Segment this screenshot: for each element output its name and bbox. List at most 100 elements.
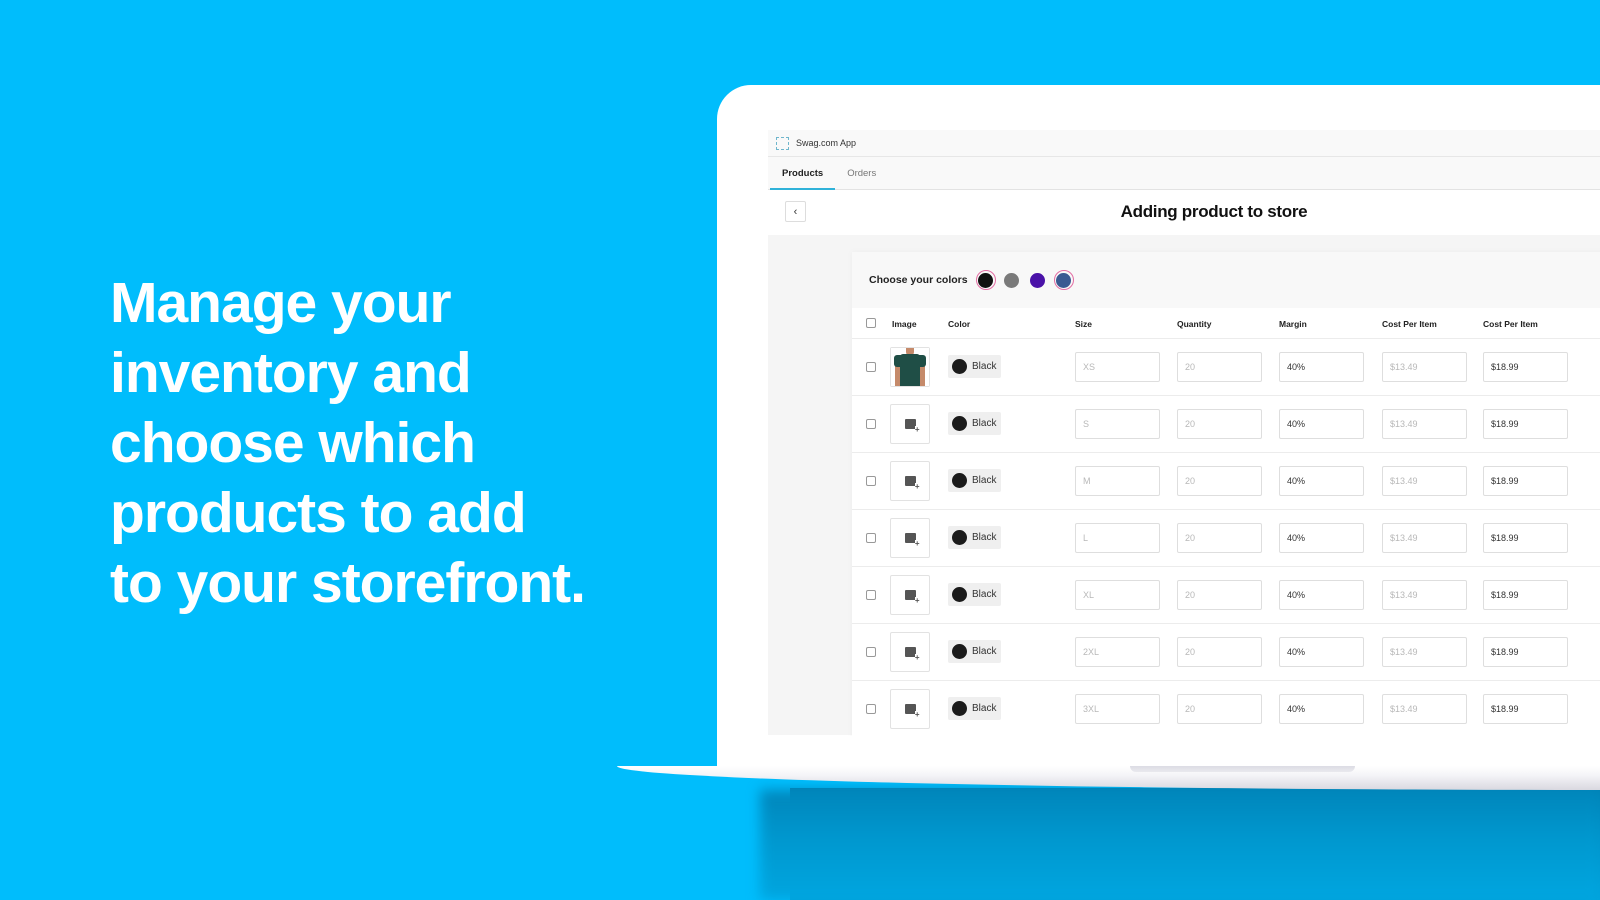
color-name: Black — [972, 646, 997, 657]
select-all-checkbox[interactable] — [866, 318, 876, 328]
cost-input[interactable]: $13.49 — [1382, 409, 1467, 439]
table-row: Black M 20 40% $13.49 $18.99 — [852, 453, 1600, 510]
cost-input[interactable]: $13.49 — [1382, 694, 1467, 724]
header-margin: Margin — [1279, 319, 1307, 329]
color-swatch-dot — [1030, 272, 1046, 288]
add-image-icon — [904, 533, 920, 548]
table-row: Black 3XL 20 40% $13.49 $18.99 — [852, 681, 1600, 736]
row-checkbox[interactable] — [866, 533, 876, 543]
row-checkbox[interactable] — [866, 590, 876, 600]
header-quantity: Quantity — [1177, 319, 1212, 329]
headline-line: choose which — [110, 411, 476, 475]
add-image-button[interactable] — [890, 632, 930, 672]
size-input[interactable]: XL — [1075, 580, 1160, 610]
margin-input[interactable]: 40% — [1279, 466, 1364, 496]
quantity-input[interactable]: 20 — [1177, 694, 1262, 724]
color-chooser: Choose your colors — [852, 252, 1600, 308]
cost-input[interactable]: $13.49 — [1382, 466, 1467, 496]
price-input[interactable]: $18.99 — [1483, 523, 1568, 553]
headline: Manage your inventory and choose which p… — [110, 268, 630, 618]
row-checkbox[interactable] — [866, 362, 876, 372]
add-image-button[interactable] — [890, 461, 930, 501]
cost-input[interactable]: $13.49 — [1382, 523, 1467, 553]
product-image[interactable] — [890, 347, 930, 387]
color-swatch-dot — [1004, 272, 1020, 288]
laptop-base — [617, 766, 1600, 790]
header-size: Size — [1075, 319, 1093, 329]
color-name: Black — [972, 361, 997, 372]
add-image-icon — [904, 704, 920, 719]
colors-label: Choose your colors — [869, 274, 968, 286]
size-input[interactable]: XS — [1075, 352, 1160, 382]
header-cost: Cost Per Item — [1382, 319, 1437, 329]
price-input[interactable]: $18.99 — [1483, 352, 1568, 382]
price-input[interactable]: $18.99 — [1483, 409, 1568, 439]
add-image-button[interactable] — [890, 575, 930, 615]
cost-input[interactable]: $13.49 — [1382, 580, 1467, 610]
margin-input[interactable]: 40% — [1279, 694, 1364, 724]
price-input[interactable]: $18.99 — [1483, 580, 1568, 610]
color-chip: Black — [948, 355, 1002, 378]
quantity-input[interactable]: 20 — [1177, 409, 1262, 439]
add-image-button[interactable] — [890, 404, 930, 444]
cost-input[interactable]: $13.49 — [1382, 352, 1467, 382]
quantity-input[interactable]: 20 — [1177, 523, 1262, 553]
margin-input[interactable]: 40% — [1279, 409, 1364, 439]
row-checkbox[interactable] — [866, 647, 876, 657]
margin-input[interactable]: 40% — [1279, 580, 1364, 610]
margin-input[interactable]: 40% — [1279, 352, 1364, 382]
margin-input[interactable]: 40% — [1279, 637, 1364, 667]
color-name: Black — [972, 418, 997, 429]
color-swatch-dot — [1056, 272, 1072, 288]
tab-bar: Products Orders — [768, 157, 1600, 190]
quantity-input[interactable]: 20 — [1177, 637, 1262, 667]
size-input[interactable]: M — [1075, 466, 1160, 496]
table-row: Black XL 20 40% $13.49 $18.99 — [852, 567, 1600, 624]
size-input[interactable]: L — [1075, 523, 1160, 553]
color-dot — [952, 701, 967, 716]
quantity-input[interactable]: 20 — [1177, 466, 1262, 496]
table-row: Black L 20 40% $13.49 $18.99 — [852, 510, 1600, 567]
product-card: Choose your colors Image Color Size Quan… — [852, 252, 1600, 736]
quantity-input[interactable]: 20 — [1177, 352, 1262, 382]
size-input[interactable]: 2XL — [1075, 637, 1160, 667]
color-dot — [952, 416, 967, 431]
color-dot — [952, 359, 967, 374]
headline-line: to your storefront. — [110, 551, 586, 615]
color-swatch[interactable] — [1053, 270, 1074, 290]
color-swatch[interactable] — [1028, 270, 1048, 290]
app-screen: Swag.com App Products Orders ‹ Adding pr… — [768, 130, 1600, 736]
row-checkbox[interactable] — [866, 704, 876, 714]
tab-orders[interactable]: Orders — [835, 157, 888, 189]
laptop-shadow-blur — [760, 790, 1600, 900]
row-checkbox[interactable] — [866, 476, 876, 486]
header-color: Color — [948, 319, 971, 329]
cost-input[interactable]: $13.49 — [1382, 637, 1467, 667]
price-input[interactable]: $18.99 — [1483, 466, 1568, 496]
quantity-input[interactable]: 20 — [1177, 580, 1262, 610]
price-input[interactable]: $18.99 — [1483, 637, 1568, 667]
color-swatch[interactable] — [975, 270, 996, 290]
add-image-icon — [904, 590, 920, 605]
size-input[interactable]: 3XL — [1075, 694, 1160, 724]
row-checkbox[interactable] — [866, 419, 876, 429]
page-title: Adding product to store — [1120, 202, 1308, 221]
add-image-button[interactable] — [890, 518, 930, 558]
color-dot — [952, 530, 967, 545]
add-image-icon — [904, 647, 920, 662]
color-swatch[interactable] — [1002, 270, 1022, 290]
add-image-button[interactable] — [890, 689, 930, 729]
color-chip: Black — [948, 583, 1002, 606]
content-area: Choose your colors Image Color Size Quan… — [768, 235, 1600, 736]
price-input[interactable]: $18.99 — [1483, 694, 1568, 724]
color-name: Black — [972, 589, 997, 600]
title-bar: ‹ Adding product to store — [768, 190, 1600, 235]
size-input[interactable]: S — [1075, 409, 1160, 439]
table-header: Image Color Size Quantity Margin Cost Pe… — [852, 308, 1600, 339]
app-header: Swag.com App — [768, 130, 1600, 157]
header-price: Cost Per Item — [1483, 319, 1538, 329]
headline-line: inventory and — [110, 341, 472, 405]
tab-products[interactable]: Products — [770, 157, 836, 190]
color-dot — [952, 587, 967, 602]
margin-input[interactable]: 40% — [1279, 523, 1364, 553]
